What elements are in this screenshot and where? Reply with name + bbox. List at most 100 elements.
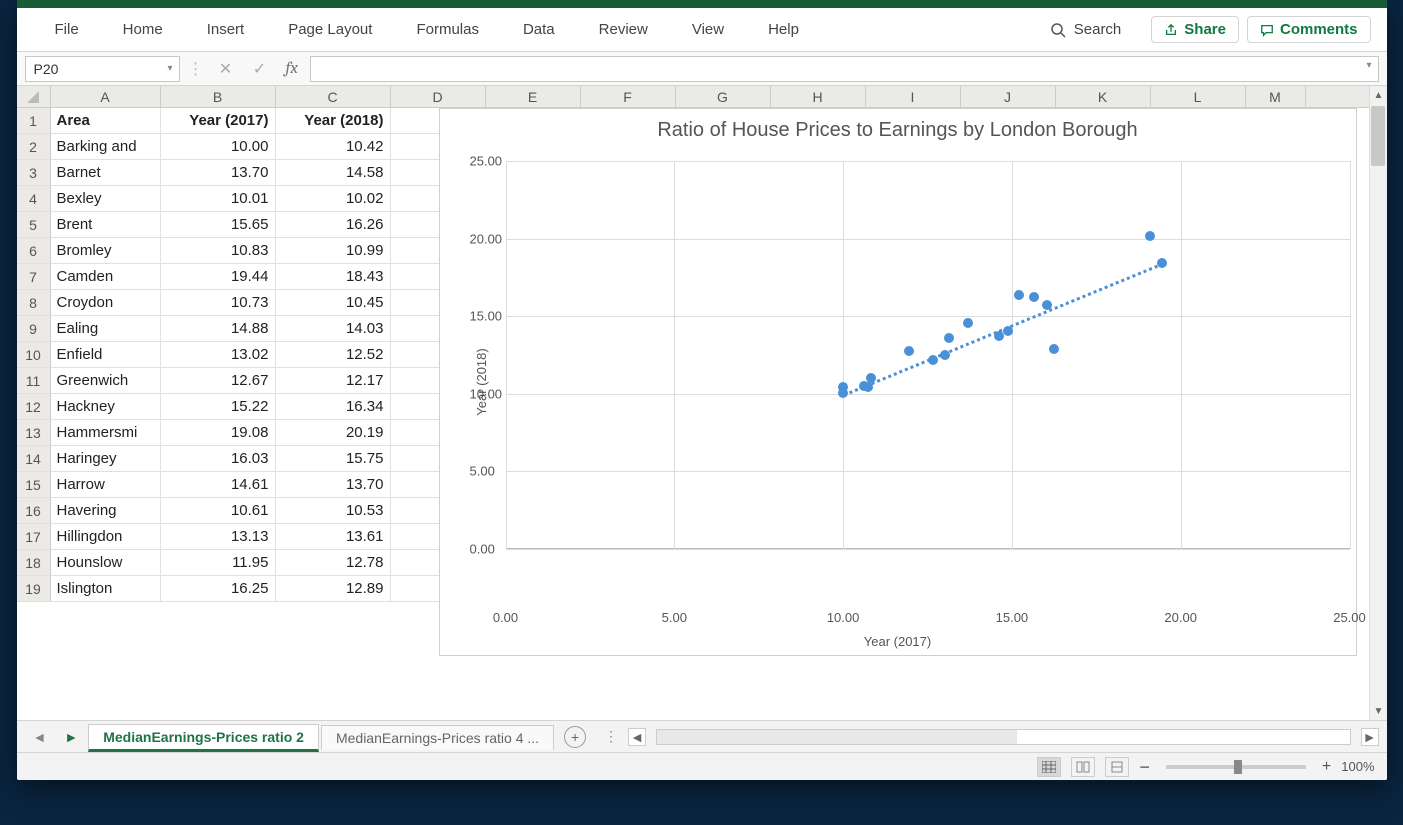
row-header[interactable]: 1 [17,108,51,134]
search-box[interactable]: Search [1028,21,1144,38]
cell[interactable]: Barnet [51,160,161,186]
row-header[interactable]: 14 [17,446,51,472]
cell[interactable]: Ealing [51,316,161,342]
sheet-tab-other[interactable]: MedianEarnings-Prices ratio 4 ... [321,725,554,750]
col-header-H[interactable]: H [771,86,866,108]
cell[interactable]: Hillingdon [51,524,161,550]
ribbon-tab-insert[interactable]: Insert [185,8,267,52]
cell[interactable]: 14.58 [276,160,391,186]
cell[interactable]: Year (2018) [276,108,391,134]
row-header[interactable]: 8 [17,290,51,316]
ribbon-tab-home[interactable]: Home [101,8,185,52]
cell[interactable]: 11.95 [161,550,276,576]
row-header[interactable]: 12 [17,394,51,420]
row-header[interactable]: 15 [17,472,51,498]
data-point[interactable] [1157,258,1167,268]
cell[interactable]: 16.03 [161,446,276,472]
cell[interactable]: 20.19 [276,420,391,446]
cell[interactable]: 13.61 [276,524,391,550]
zoom-in-button[interactable]: + [1322,758,1331,776]
enter-icon[interactable]: ✓ [246,59,274,79]
cell[interactable]: Hounslow [51,550,161,576]
cell[interactable]: 15.75 [276,446,391,472]
cell[interactable]: 15.22 [161,394,276,420]
horizontal-scrollbar[interactable] [656,729,1350,745]
view-normal-button[interactable] [1037,757,1061,777]
row-header[interactable]: 10 [17,342,51,368]
cell[interactable]: 12.17 [276,368,391,394]
cell[interactable]: 14.61 [161,472,276,498]
row-header[interactable]: 19 [17,576,51,602]
cell[interactable]: 15.65 [161,212,276,238]
cell[interactable]: 12.67 [161,368,276,394]
col-header-E[interactable]: E [486,86,581,108]
col-header-C[interactable]: C [276,86,391,108]
cell[interactable]: Camden [51,264,161,290]
col-header-L[interactable]: L [1151,86,1246,108]
name-box[interactable]: P20 [25,56,180,82]
cell[interactable]: 16.25 [161,576,276,602]
col-header-B[interactable]: B [161,86,276,108]
cell[interactable]: 13.13 [161,524,276,550]
data-point[interactable] [1029,292,1039,302]
cell[interactable]: Hackney [51,394,161,420]
ribbon-tab-file[interactable]: File [33,8,101,52]
formula-input[interactable] [310,56,1379,82]
tab-next-icon[interactable]: ► [56,729,86,745]
scroll-up-icon[interactable]: ▲ [1370,86,1387,104]
cell[interactable]: Year (2017) [161,108,276,134]
hscroll-thumb[interactable] [657,730,1017,744]
cell[interactable]: Bromley [51,238,161,264]
hscroll-right-icon[interactable]: ► [1361,728,1379,746]
row-header[interactable]: 7 [17,264,51,290]
cell[interactable]: 10.53 [276,498,391,524]
col-header-F[interactable]: F [581,86,676,108]
row-header[interactable]: 5 [17,212,51,238]
cell[interactable]: 10.73 [161,290,276,316]
cell[interactable]: 12.52 [276,342,391,368]
row-header[interactable]: 9 [17,316,51,342]
tab-prev-icon[interactable]: ◄ [25,729,55,745]
row-header[interactable]: 4 [17,186,51,212]
zoom-thumb[interactable] [1234,760,1242,774]
data-point[interactable] [963,318,973,328]
data-point[interactable] [1145,231,1155,241]
row-header[interactable]: 3 [17,160,51,186]
comments-button[interactable]: Comments [1247,16,1371,43]
col-header-I[interactable]: I [866,86,961,108]
cell[interactable]: 10.45 [276,290,391,316]
cancel-icon[interactable]: ✕ [212,59,240,79]
data-point[interactable] [994,331,1004,341]
cell[interactable]: 16.26 [276,212,391,238]
ribbon-tab-help[interactable]: Help [746,8,821,52]
chart[interactable]: Ratio of House Prices to Earnings by Lon… [439,108,1357,656]
cell[interactable]: Croydon [51,290,161,316]
cell[interactable]: 14.88 [161,316,276,342]
cell[interactable]: 13.70 [276,472,391,498]
fx-icon[interactable]: fx [280,59,304,78]
cell[interactable]: 10.02 [276,186,391,212]
cell[interactable]: 14.03 [276,316,391,342]
share-button[interactable]: Share [1151,16,1239,43]
cell[interactable]: Greenwich [51,368,161,394]
data-point[interactable] [1049,344,1059,354]
data-point[interactable] [838,388,848,398]
cell[interactable]: Havering [51,498,161,524]
zoom-slider[interactable] [1166,765,1306,769]
cell[interactable]: Bexley [51,186,161,212]
row-header[interactable]: 13 [17,420,51,446]
row-header[interactable]: 17 [17,524,51,550]
cell[interactable]: Barking and [51,134,161,160]
data-point[interactable] [940,350,950,360]
scroll-thumb[interactable] [1371,106,1385,166]
vertical-scrollbar[interactable]: ▲ ▼ [1369,86,1387,720]
hscroll-left-icon[interactable]: ◄ [628,728,646,746]
cell[interactable]: Harrow [51,472,161,498]
cell[interactable]: 19.08 [161,420,276,446]
cell[interactable]: Brent [51,212,161,238]
ribbon-tab-view[interactable]: View [670,8,746,52]
col-header-J[interactable]: J [961,86,1056,108]
view-page-layout-button[interactable] [1071,757,1095,777]
col-header-K[interactable]: K [1056,86,1151,108]
col-header-D[interactable]: D [391,86,486,108]
